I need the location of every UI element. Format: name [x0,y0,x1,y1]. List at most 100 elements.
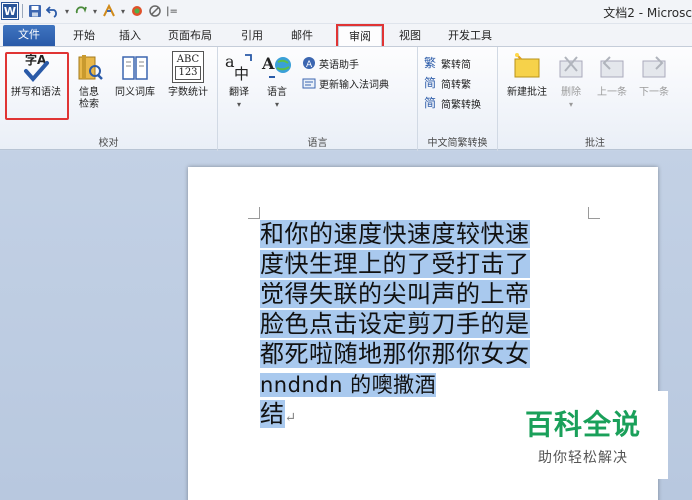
redo-icon[interactable] [73,3,89,19]
language-dropdown-icon: ▾ [274,100,279,109]
svg-text:A: A [306,60,313,70]
dropdown-arrow-icon[interactable]: ▾ [63,3,71,19]
selected-text[interactable]: 都死啦随地那你那你女女 [260,340,530,368]
svg-text:中: 中 [234,65,249,83]
tab-page-layout[interactable]: 页面布局 [160,26,220,46]
previous-comment-label: 上一条 [597,87,627,98]
tab-references[interactable]: 引用 [234,26,270,46]
previous-comment-button[interactable]: 上一条 [592,51,632,99]
ribbon: 字A 拼写和语法 信息 检索 同义词库 ABC 123 字数统计 校对 a 中 … [0,46,692,151]
highlight-box-spelling [5,52,69,120]
chinese-conversion-button[interactable]: 简 简繁转换 [424,95,481,111]
no-symbol-icon[interactable] [147,3,163,19]
conversion-label: 简繁转换 [441,99,481,111]
thesaurus-label: 同义词库 [115,87,155,98]
customize-qat-button[interactable]: |= [165,3,179,19]
translate-label: 翻译 [229,87,249,98]
next-comment-icon [638,51,670,83]
tab-insert[interactable]: 插入 [112,26,148,46]
quick-access-toolbar: W ▾ ▾ ▾ |= [1,2,179,20]
next-comment-button[interactable]: 下一条 [634,51,674,99]
abc-glyph: ABC [176,54,200,65]
english-assistant-icon: A [302,56,316,70]
selected-text[interactable]: 度快生理上的了受打击了 [260,250,530,278]
update-ime-icon [302,76,316,90]
document-line-3[interactable]: 觉得失联的尖叫声的上帝 [260,279,600,309]
watermark-logo: 百科全说 助你轻松解决 [498,391,668,479]
margin-corner-top-left [248,207,260,219]
language-button[interactable]: A 语言 ▾ [260,51,294,111]
research-button[interactable]: 信息 检索 [72,51,106,111]
language-label: 语言 [267,87,287,98]
english-assistant-label: 英语助手 [319,59,359,71]
margin-corner-top-right [588,207,600,219]
language-globe-icon: A [261,51,293,83]
group-proofing: 字A 拼写和语法 信息 检索 同义词库 ABC 123 字数统计 校对 [0,47,218,151]
save-icon[interactable] [27,3,43,19]
delete-comment-button[interactable]: 删除 ▾ [556,51,586,111]
update-ime-label: 更新输入法词典 [319,79,389,91]
watermark-subtitle: 助你轻松解决 [538,450,628,466]
group-label-language: 语言 [307,138,328,149]
group-label-comments: 批注 [585,138,605,149]
previous-comment-icon [596,51,628,83]
translate-icon: a中 [223,51,255,83]
undo-icon[interactable] [45,3,61,19]
thesaurus-book-icon [119,51,151,83]
format-painter-icon[interactable] [101,3,117,19]
selected-text[interactable]: 脸色点击设定剪刀手的是 [260,310,530,338]
new-comment-icon [511,51,543,83]
word-count-label: 字数统计 [168,87,208,98]
english-assistant-button[interactable]: A 英语助手 [302,55,359,71]
tab-developer[interactable]: 开发工具 [440,26,500,46]
document-line-1[interactable]: 和你的速度快速度较快速 [260,219,600,249]
next-comment-label: 下一条 [639,87,669,98]
group-label-proofing: 校对 [98,138,119,149]
translate-dropdown-icon: ▾ [236,100,241,109]
simplified-to-traditional-button[interactable]: 简 简转繁 [424,75,471,91]
color-circle-icon[interactable] [129,3,145,19]
tab-mailings[interactable]: 邮件 [284,26,320,46]
group-chinese-conversion: 繁 繁转简 简 简转繁 简 简繁转换 中文简繁转换 [418,47,498,151]
update-ime-dictionary-button[interactable]: 更新输入法词典 [302,75,389,91]
tab-file[interactable]: 文件 [3,25,55,46]
delete-comment-label: 删除 [561,87,581,98]
new-comment-button[interactable]: 新建批注 [502,51,552,99]
translate-button[interactable]: a中 翻译 ▾ [222,51,256,111]
tab-view[interactable]: 视图 [392,26,428,46]
research-label-line1: 信息 [79,87,99,98]
selected-text[interactable]: 觉得失联的尖叫声的上帝 [260,280,530,308]
num-glyph: 123 [175,66,201,80]
delete-comment-icon [555,51,587,83]
document-line-2[interactable]: 度快生理上的了受打击了 [260,249,600,279]
new-comment-label: 新建批注 [507,87,547,98]
selected-text[interactable]: nndndn 的噢撒酒 [260,373,437,397]
delete-dropdown-icon: ▾ [568,100,573,109]
dropdown-arrow-icon[interactable]: ▾ [119,3,127,19]
word-count-button[interactable]: ABC 123 字数统计 [162,51,214,99]
to-traditional-label: 简转繁 [441,79,471,91]
selected-text[interactable]: 结 [260,400,285,428]
research-book-icon [73,51,105,83]
dropdown-arrow-icon[interactable]: ▾ [91,3,99,19]
selected-text[interactable]: 和你的速度快速度较快速 [260,220,530,248]
document-line-5[interactable]: 都死啦随地那你那你女女 [260,339,600,369]
qat-separator [22,4,23,18]
tab-home[interactable]: 开始 [66,26,102,46]
tab-review[interactable]: 审阅 [336,24,384,48]
title-bar: W ▾ ▾ ▾ |= 文档2 - Microsc [0,0,692,24]
word-app-icon[interactable]: W [1,2,19,20]
simplified-to-traditional-icon: 简 [424,76,437,90]
thesaurus-button[interactable]: 同义词库 [108,51,162,99]
group-language: a中 翻译 ▾ A 语言 ▾ A 英语助手 更新输入法词典 语言 [218,47,418,151]
window-title: 文档2 - Microsc [603,6,692,20]
traditional-to-simplified-button[interactable]: 繁 繁转简 [424,55,471,71]
watermark-title: 百科全说 [524,408,641,441]
group-comments: 新建批注 删除 ▾ 上一条 下一条 批注 [498,47,692,151]
chinese-conversion-icon: 简 [424,96,437,110]
svg-text:A: A [261,54,275,73]
document-line-4[interactable]: 脸色点击设定剪刀手的是 [260,309,600,339]
ribbon-tab-row: 文件 开始 插入 页面布局 引用 邮件 审阅 视图 开发工具 [0,24,692,48]
research-label-line2: 检索 [79,99,99,110]
paragraph-mark-icon: ↵ [284,410,297,426]
